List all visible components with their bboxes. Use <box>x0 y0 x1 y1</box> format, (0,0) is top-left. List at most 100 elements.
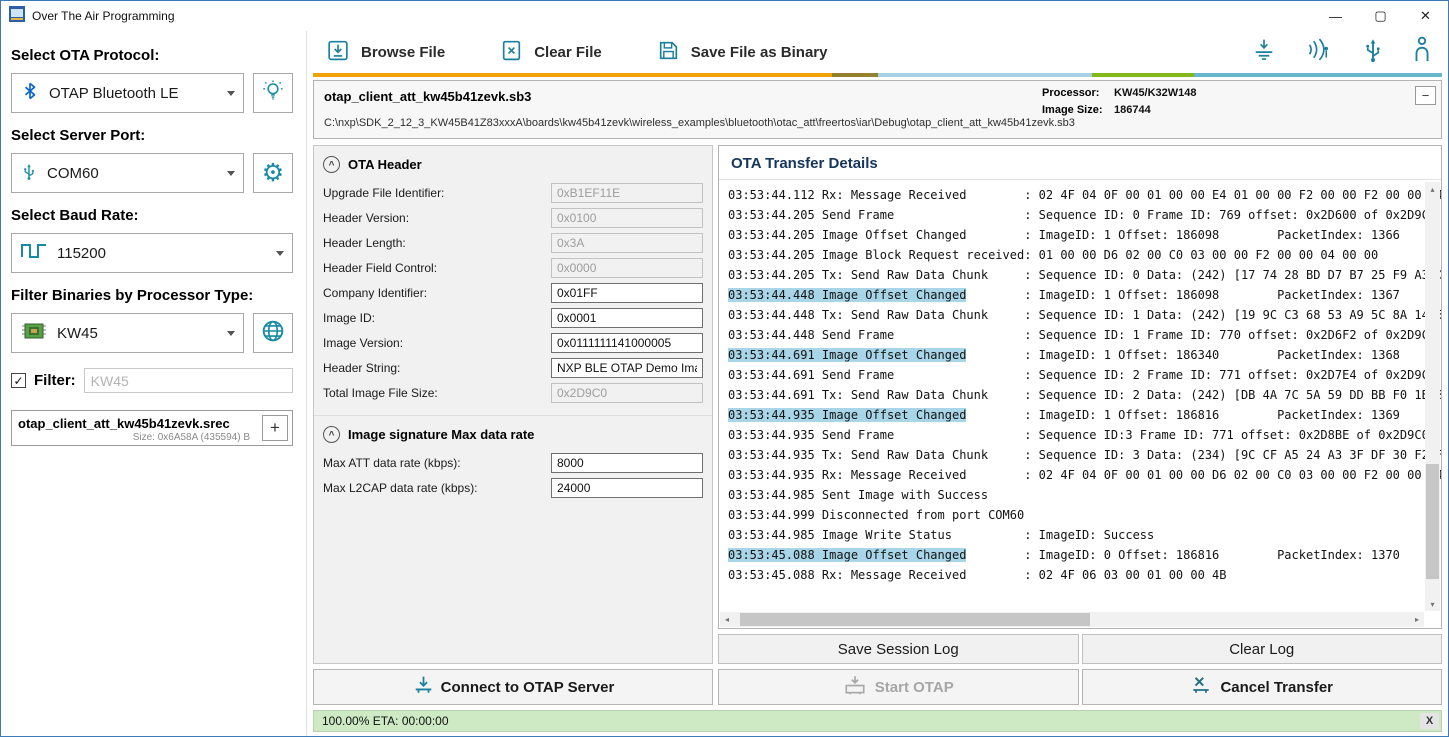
protocol-value: OTAP Bluetooth LE <box>49 85 179 102</box>
titlebar: Over The Air Programming — ▢ ✕ <box>1 1 1448 31</box>
vertical-scrollbar[interactable]: ▴ ▾ <box>1425 182 1440 611</box>
brand-strip-segment <box>878 73 1093 77</box>
field-label: Upgrade File Identifier: <box>323 186 444 200</box>
main-area: Browse File Clear File Save File as Bina… <box>307 31 1448 736</box>
filter-section-label: Filter Binaries by Processor Type: <box>11 287 293 304</box>
app-window: Over The Air Programming — ▢ ✕ Select OT… <box>0 0 1449 737</box>
port-select[interactable]: COM60 <box>11 153 244 193</box>
processor-web-button[interactable] <box>253 313 293 353</box>
signature-title: Image signature Max data rate <box>348 427 534 442</box>
log-line: 03:53:44.205 Image Block Request receive… <box>728 245 1419 265</box>
baud-value: 115200 <box>57 245 106 262</box>
field-label: Header Field Control: <box>323 261 437 275</box>
minimize-button[interactable]: — <box>1313 1 1358 31</box>
vertical-scroll-thumb[interactable] <box>1426 464 1439 579</box>
chevron-down-icon <box>276 251 284 256</box>
chevron-down-icon <box>227 331 235 336</box>
collapse-file-info-button[interactable]: − <box>1415 86 1436 105</box>
scroll-left-icon[interactable]: ◂ <box>720 612 734 627</box>
log-line: 03:53:44.112 Rx: Message Received : 02 4… <box>728 185 1419 205</box>
clear-file-icon <box>499 38 524 67</box>
filter-input[interactable] <box>84 368 293 393</box>
save-session-log-button[interactable]: Save Session Log <box>718 634 1079 664</box>
transfer-details-panel: OTA Transfer Details 03:53:44.112 Rx: Me… <box>718 145 1442 629</box>
browse-file-icon <box>325 38 351 67</box>
horizontal-scrollbar[interactable]: ◂ ▸ <box>720 612 1424 627</box>
field-label: Company Identifier: <box>323 286 427 300</box>
port-settings-button[interactable]: ⚙ <box>253 153 293 193</box>
brand-strip-segment <box>1092 73 1194 77</box>
person-info-button[interactable] <box>1412 36 1432 68</box>
add-binary-button[interactable]: + <box>262 415 288 441</box>
close-button[interactable]: ✕ <box>1403 1 1448 31</box>
save-binary-label: Save File as Binary <box>691 44 828 61</box>
cancel-transfer-button[interactable]: Cancel Transfer <box>1082 669 1443 705</box>
image-size-value: 186744 <box>1114 104 1151 116</box>
protocol-select[interactable]: OTAP Bluetooth LE <box>11 73 244 113</box>
connect-label: Connect to OTAP Server <box>441 679 615 696</box>
field-input[interactable] <box>551 478 703 498</box>
transfer-details-title: OTA Transfer Details <box>719 146 1441 180</box>
log-line: 03:53:44.691 Tx: Send Raw Data Chunk : S… <box>728 385 1419 405</box>
sidebar: Select OTA Protocol: OTAP Bluetooth LE S… <box>1 31 307 736</box>
chevron-up-icon[interactable]: ^ <box>323 156 340 173</box>
ota-header-fields: Upgrade File Identifier: Header Version: H… <box>323 183 703 403</box>
log-line: 03:53:44.999 Disconnected from port COM6… <box>728 505 1419 525</box>
baud-select[interactable]: 115200 <box>11 233 293 273</box>
field-input[interactable] <box>551 308 703 328</box>
bluetooth-icon <box>21 82 39 104</box>
browse-file-label: Browse File <box>361 44 445 61</box>
ota-header-column: ^ OTA Header Upgrade File Identifier: Hea… <box>313 145 713 705</box>
filter-checkbox[interactable]: ✓ <box>11 373 26 388</box>
clear-file-label: Clear File <box>534 44 602 61</box>
scroll-up-icon[interactable]: ▴ <box>1425 182 1440 196</box>
transfer-log[interactable]: 03:53:44.112 Rx: Message Received : 02 4… <box>719 180 1441 628</box>
field-row: Header Version: <box>323 208 703 228</box>
field-input <box>551 258 703 278</box>
processor-meta-value: KW45/K32W148 <box>1114 87 1197 99</box>
field-input[interactable] <box>551 333 703 353</box>
browse-file-button[interactable]: Browse File <box>325 38 445 67</box>
loaded-file-path: C:\nxp\SDK_2_12_3_KW45B41Z83xxxA\boards\… <box>324 117 1431 129</box>
connect-otap-server-button[interactable]: Connect to OTAP Server <box>313 669 713 705</box>
transfer-column: OTA Transfer Details 03:53:44.112 Rx: Me… <box>718 145 1442 705</box>
collapse-minus-icon: − <box>1422 88 1430 103</box>
clear-file-button[interactable]: Clear File <box>499 38 602 67</box>
maximize-button[interactable]: ▢ <box>1358 1 1403 31</box>
save-binary-icon <box>656 38 681 67</box>
cancel-transfer-label: Cancel Transfer <box>1220 679 1333 696</box>
field-label: Header String: <box>323 361 400 375</box>
field-input[interactable] <box>551 358 703 378</box>
section-divider <box>314 415 712 416</box>
flash-download-button[interactable] <box>1251 37 1277 67</box>
processor-select[interactable]: KW45 <box>11 313 244 353</box>
app-icon <box>9 6 25 27</box>
field-input[interactable] <box>551 453 703 473</box>
connect-icon <box>412 675 435 699</box>
usb-toolbar-button[interactable] <box>1363 37 1383 68</box>
horizontal-scroll-thumb[interactable] <box>740 613 1090 626</box>
protocol-info-button[interactable] <box>253 73 293 113</box>
log-line: 03:53:44.205 Send Frame : Sequence ID: 0… <box>728 205 1419 225</box>
field-input <box>551 233 703 253</box>
field-input[interactable] <box>551 283 703 303</box>
status-close-button[interactable]: X <box>1420 713 1439 729</box>
ota-header-panel: ^ OTA Header Upgrade File Identifier: Hea… <box>313 145 713 664</box>
rf-signal-button[interactable] <box>1306 37 1334 67</box>
scroll-down-icon[interactable]: ▾ <box>1425 597 1440 611</box>
chevron-up-icon[interactable]: ^ <box>323 426 340 443</box>
field-row: Upgrade File Identifier: <box>323 183 703 203</box>
binary-list-item[interactable]: otap_client_att_kw45b41zevk.srec Size: 0… <box>11 410 293 446</box>
log-line: 03:53:44.935 Tx: Send Raw Data Chunk : S… <box>728 445 1419 465</box>
clear-log-button[interactable]: Clear Log <box>1082 634 1443 664</box>
field-label: Max ATT data rate (kbps): <box>323 456 461 470</box>
signature-section-head: ^ Image signature Max data rate <box>323 426 703 443</box>
ota-header-section-head: ^ OTA Header <box>323 156 703 173</box>
usb-icon <box>21 162 37 185</box>
port-value: COM60 <box>47 165 99 182</box>
file-info-panel: otap_client_att_kw45b41zevk.sb3 C:\nxp\S… <box>313 80 1442 139</box>
scroll-right-icon[interactable]: ▸ <box>1410 612 1424 627</box>
action-buttons-row: Start OTAP Cancel Transfer <box>718 669 1442 705</box>
save-binary-button[interactable]: Save File as Binary <box>656 38 828 67</box>
field-input <box>551 383 703 403</box>
